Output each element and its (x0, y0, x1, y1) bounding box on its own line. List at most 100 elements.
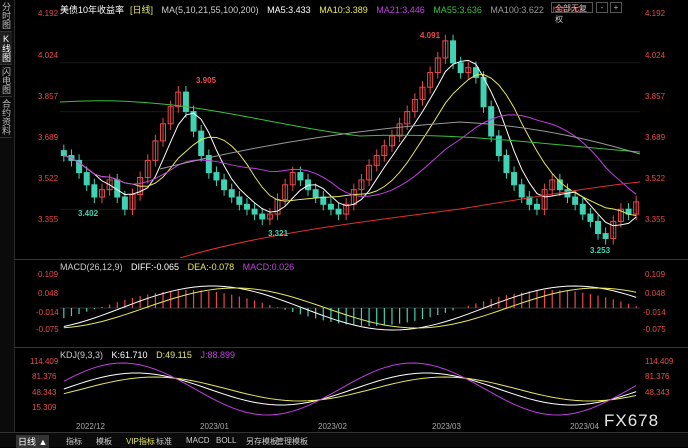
zoom-in-button[interactable]: + (610, 2, 622, 13)
ma200-line (179, 181, 640, 258)
price-peak-label: 3.905 (196, 76, 217, 85)
price-low3-label: 3.253 (590, 246, 611, 255)
price-axis-left-2: 3.857 (38, 92, 59, 101)
candle-71 (602, 233, 609, 239)
price-axis-left-4: 3.522 (38, 174, 59, 183)
date-label-0: 2022/12 (76, 422, 105, 431)
bottom-toolbar: 日线 ▲ 指标 模板 VIP指标 标准 MACD BOLL 另存模板 管理模板 (0, 432, 688, 448)
price-low2-label: 3.321 (268, 229, 289, 238)
price-axis-left-5: 3.355 (38, 215, 59, 224)
kdj-j-line (63, 362, 637, 416)
candle-59 (511, 172, 518, 186)
macd-diff: DIFF:-0.065 (131, 262, 180, 272)
candle-21 (221, 179, 228, 191)
kdj-k-line (63, 372, 637, 406)
candle-25 (251, 208, 258, 215)
candle-3 (83, 172, 90, 186)
ma5-line (63, 59, 637, 227)
price-axis-left-3: 3.689 (38, 133, 59, 142)
tab-flash[interactable]: 闪电图 (0, 65, 12, 97)
candle-52 (457, 62, 464, 74)
price-axis-right-2: 3.857 (645, 92, 666, 101)
candle-68 (579, 203, 586, 215)
tab-kline[interactable]: K线图 (0, 32, 12, 65)
macd-divider (14, 259, 688, 260)
candle-60 (518, 184, 525, 198)
macd-axis-left-0: 0.109 (38, 270, 59, 279)
restore-dropdown[interactable]: 全部无复权 (551, 2, 593, 24)
candle-58 (503, 155, 510, 174)
candle-18 (198, 130, 205, 157)
macd-label: MACD(26,12,9) (60, 262, 123, 272)
toolbar-item-6[interactable]: 另存模板 (246, 436, 278, 447)
kdj-d-line (63, 376, 637, 402)
ma55-line (60, 100, 640, 153)
price-axis-right-4: 3.522 (645, 174, 666, 183)
watermark: FX678 (604, 411, 660, 430)
candle-4 (91, 184, 98, 198)
toolbar-item-0[interactable]: 指标 (66, 436, 82, 447)
candle-23 (236, 196, 243, 205)
candle-35 (327, 203, 334, 210)
candle-22 (228, 189, 235, 198)
macd-axis-right-2: -0.014 (643, 308, 666, 317)
candle-0 (60, 150, 67, 157)
price-chart (60, 34, 640, 258)
price-low1-label: 3.402 (78, 209, 99, 218)
candle-70 (595, 220, 602, 235)
macd-chart (60, 285, 640, 331)
kdj-axis-right-1: 81.376 (645, 372, 670, 381)
price-axis-right-3: 3.689 (645, 133, 666, 142)
kdj-axis-left-3: 15.309 (32, 403, 57, 412)
price-axis-right-1: 4.024 (645, 51, 666, 60)
tab-timeshare[interactable]: 分时图 (0, 0, 12, 32)
toolbar-item-7[interactable]: 管理模板 (276, 436, 308, 447)
price-axis-left-1: 4.024 (38, 51, 59, 60)
macd-axis-left-3: -0.075 (36, 325, 59, 334)
date-label-3: 2023/03 (432, 422, 461, 431)
candle-8 (121, 196, 128, 210)
candle-26 (259, 213, 266, 220)
price-axis-right-5: 3.355 (645, 215, 666, 224)
toolbar-item-3[interactable]: 标准 (156, 436, 172, 447)
candle-33 (312, 189, 319, 198)
macd-axis-left-2: -0.014 (36, 308, 59, 317)
tab-contract-info[interactable]: 合约资料 (0, 97, 12, 138)
kdj-divider (14, 347, 688, 348)
kdj-chart (63, 362, 637, 416)
kdj-axis-right-0: 114.409 (645, 357, 674, 366)
date-label-4: 2023/04 (570, 422, 599, 431)
price-axis-right-0: 4.192 (645, 9, 666, 18)
macd-axis-left-1: 0.048 (38, 289, 59, 298)
toolbar-item-5[interactable]: BOLL (216, 436, 236, 445)
macd-dea: DEA:-0.078 (187, 262, 235, 272)
period-button[interactable]: 日线 ▲ (16, 435, 50, 448)
macd-axis-right-0: 0.109 (645, 270, 666, 279)
price-high-label: 4.091 (420, 31, 441, 40)
kdj-axis-right-2: 48.343 (645, 388, 670, 397)
candle-24 (243, 203, 250, 210)
toolbar-item-2[interactable]: VIP指标 (126, 436, 155, 447)
kdj-axis-left-0: 114.409 (30, 357, 59, 366)
macd-value: MACD:0.026 (242, 262, 295, 272)
kdj-axis-left-2: 48.343 (32, 388, 57, 397)
candle-62 (533, 203, 540, 210)
macd-legend: MACD(26,12,9) DIFF:-0.065 DEA:-0.078 MAC… (60, 262, 300, 272)
macd-axis-right-1: 0.048 (645, 289, 666, 298)
zoom-out-button[interactable]: - (596, 2, 608, 13)
candle-69 (587, 213, 594, 222)
sidebar: 分时图 K线图 闪电图 合约资料 (0, 0, 15, 432)
date-label-1: 2023/01 (200, 422, 229, 431)
candle-36 (335, 208, 342, 215)
candle-67 (572, 196, 579, 205)
toolbar-item-1[interactable]: 模板 (96, 436, 112, 447)
candle-20 (213, 172, 220, 181)
kdj-axis-left-1: 81.376 (32, 372, 57, 381)
toolbar-item-4[interactable]: MACD (186, 436, 210, 445)
candle-16 (182, 91, 189, 113)
macd-axis-right-3: -0.075 (643, 325, 666, 334)
candle-31 (297, 172, 304, 181)
date-label-2: 2023/02 (318, 422, 347, 431)
candle-51 (450, 40, 457, 64)
candle-56 (488, 106, 495, 137)
